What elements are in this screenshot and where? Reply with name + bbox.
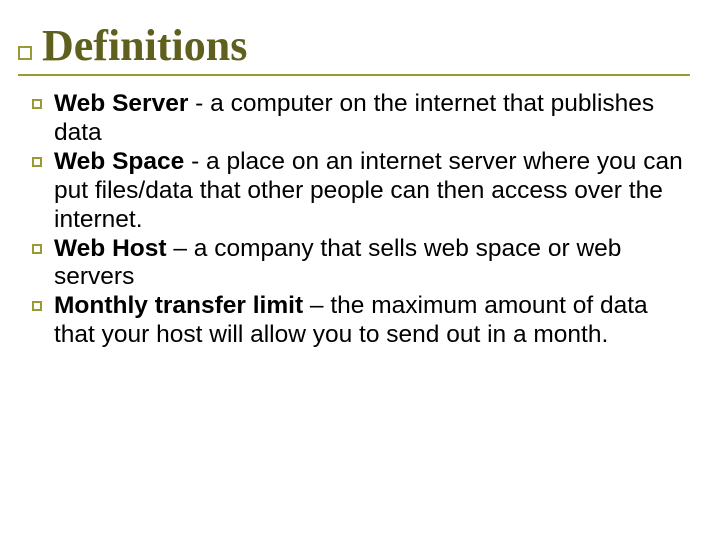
list-item: Monthly transfer limit – the maximum amo… [18,292,690,350]
list-item-text: Web Space - a place on an internet serve… [54,148,690,235]
square-bullet-icon [32,301,42,311]
list-item-text: Web Host – a company that sells web spac… [54,235,690,293]
title-row: Definitions [18,24,690,68]
title-underline [18,74,690,76]
term: Monthly transfer limit [54,292,303,319]
list-item-text: Monthly transfer limit – the maximum amo… [54,292,690,350]
list-item: Web Server - a computer on the internet … [18,90,690,148]
term: Web Server [54,90,188,117]
square-bullet-icon [32,244,42,254]
slide: Definitions Web Server - a computer on t… [0,0,720,540]
body: Web Server - a computer on the internet … [18,90,690,350]
list-item: Web Space - a place on an internet serve… [18,148,690,235]
square-bullet-icon [32,157,42,167]
term: Web Host [54,235,167,262]
term: Web Space [54,148,184,175]
square-bullet-icon [18,46,32,60]
square-bullet-icon [32,99,42,109]
list-item: Web Host – a company that sells web spac… [18,235,690,293]
list-item-text: Web Server - a computer on the internet … [54,90,690,148]
slide-title: Definitions [42,24,247,68]
